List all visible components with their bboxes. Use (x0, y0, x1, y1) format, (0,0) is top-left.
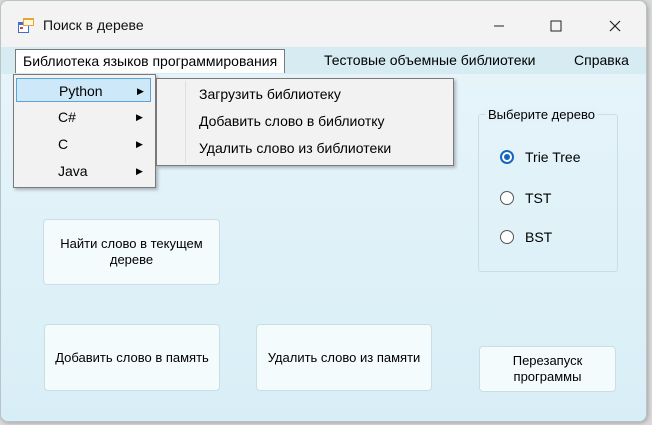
submenu-arrow-icon: ▶ (136, 166, 143, 176)
submenu-arrow-icon: ▶ (136, 112, 143, 122)
menu-test-libraries[interactable]: Тестовые объемные библиотеки (317, 49, 542, 71)
submenu-arrow-icon: ▶ (137, 86, 144, 96)
radio-unchecked-icon[interactable] (500, 191, 514, 205)
app-window-icon (18, 18, 34, 33)
radio-unchecked-icon[interactable] (500, 230, 514, 244)
add-word-button[interactable]: Добавить слово в память (44, 324, 220, 391)
menu-item-label: C (58, 136, 69, 152)
maximize-icon[interactable] (545, 15, 567, 37)
python-submenu: Загрузить библиотеку Добавить слово в би… (156, 78, 454, 166)
menu-item-add-word-to-library[interactable]: Добавить слово в библиотку (199, 108, 385, 134)
restart-button[interactable]: Перезапуск программы (479, 346, 616, 392)
tree-select-title: Выберите дерево (485, 107, 598, 122)
find-word-button[interactable]: Найти слово в текущем дереве (43, 219, 220, 285)
radio-checked-icon[interactable] (500, 150, 514, 164)
minimize-icon[interactable] (488, 15, 510, 37)
submenu-arrow-icon: ▶ (136, 139, 143, 149)
language-dropdown-menu: Python ▶ C# ▶ C ▶ Java ▶ (13, 74, 156, 188)
menu-item-csharp[interactable]: C# ▶ (16, 105, 151, 129)
main-window: Поиск в дереве Библиотека языков програм… (0, 0, 647, 422)
radio-label: BST (525, 229, 553, 245)
menu-item-label: Python (59, 83, 103, 99)
menu-item-label: Java (58, 163, 88, 179)
menu-gutter (185, 81, 186, 163)
menu-item-load-library[interactable]: Загрузить библиотеку (199, 81, 341, 107)
menu-bar: Библиотека языков программирования Тесто… (1, 47, 646, 74)
title-bar: Поиск в дереве (1, 1, 646, 47)
menu-item-python[interactable]: Python ▶ (16, 78, 151, 102)
menu-item-label: C# (58, 109, 76, 125)
menu-item-c[interactable]: C ▶ (16, 132, 151, 156)
menu-item-delete-word-from-library[interactable]: Удалить слово из библиотеки (199, 135, 391, 161)
delete-word-button[interactable]: Удалить слово из памяти (256, 324, 432, 391)
window-title: Поиск в дереве (43, 17, 144, 33)
close-icon[interactable] (604, 15, 626, 37)
menu-help[interactable]: Справка (567, 49, 636, 71)
radio-label: Trie Tree (525, 149, 581, 165)
menu-programming-languages[interactable]: Библиотека языков программирования (15, 49, 286, 73)
radio-label: TST (525, 190, 552, 206)
menu-item-java[interactable]: Java ▶ (16, 159, 151, 183)
